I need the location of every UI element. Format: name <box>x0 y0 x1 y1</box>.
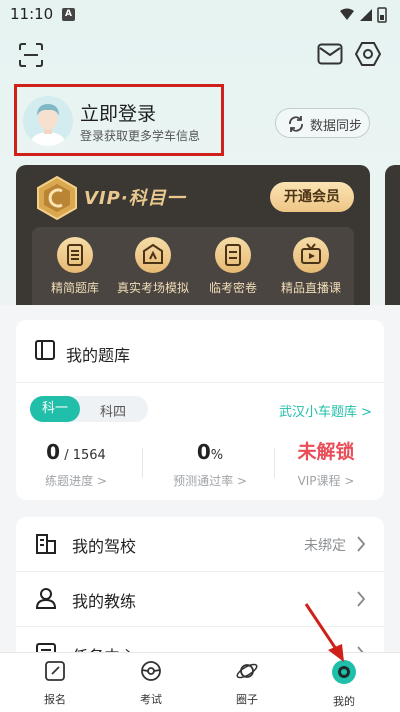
avatar <box>23 96 73 146</box>
vip-badge-icon <box>37 175 77 221</box>
divider <box>16 382 384 383</box>
vip-feature-label: 真实考场模拟 <box>116 281 189 295</box>
vip-title: VIP·科目一 <box>84 188 186 209</box>
pass-rate-label: 预测通过率 > <box>173 474 247 488</box>
nav-mine[interactable]: 我的 <box>304 659 384 709</box>
nav-label: 我的 <box>333 695 355 708</box>
nav-signup[interactable]: 报名 <box>15 659 95 707</box>
live-tv-icon <box>293 237 329 273</box>
nav-label: 考试 <box>140 693 162 706</box>
pass-rate-value: 0 <box>196 440 211 464</box>
vip-feature-exam-sim[interactable]: 真实考场模拟 <box>113 237 193 296</box>
vip-feature-live-course[interactable]: 精品直播课 <box>271 237 351 296</box>
sync-label: 数据同步 <box>310 119 363 134</box>
sync-data-button[interactable]: 数据同步 <box>275 108 370 138</box>
open-vip-button[interactable]: 开通会员 <box>270 182 354 212</box>
vip-course-value: 未解锁 <box>297 441 355 463</box>
exam-icon <box>135 237 171 273</box>
menu-item-value: 未绑定 <box>304 538 346 554</box>
vip-feature-question-bank[interactable]: 精简题库 <box>35 237 115 296</box>
building-icon <box>36 534 56 554</box>
tab-subject-4[interactable]: 科四 <box>100 401 126 420</box>
login-subtitle: 登录获取更多学车信息 <box>80 129 201 143</box>
vip-card[interactable]: VIP·科目一 开通会员 精简题库 真实考场模拟 临考密卷 精品直播课 <box>16 165 370 305</box>
list-icon <box>57 237 93 273</box>
progress-value: 0 <box>46 440 61 464</box>
nav-label: 报名 <box>44 693 66 706</box>
book-icon <box>35 340 55 360</box>
nav-exam[interactable]: 考试 <box>111 659 191 707</box>
progress-label: 练题进度 > <box>45 474 107 488</box>
login-title: 立即登录 <box>80 103 157 125</box>
progress-stat[interactable]: 0 / 1564 练题进度 > <box>16 438 136 489</box>
subject-tabs: 科一 科四 <box>30 396 148 422</box>
progress-total: / 1564 <box>60 448 106 463</box>
tab-subject-1[interactable]: 科一 <box>30 396 80 422</box>
nav-label: 圈子 <box>236 693 258 706</box>
vip-course-stat[interactable]: 未解锁 VIP课程 > <box>266 438 386 489</box>
planet-icon <box>236 663 258 679</box>
status-bar: 11:10 A <box>0 0 400 30</box>
person-icon <box>35 588 57 609</box>
settings-icon[interactable] <box>355 41 381 67</box>
menu-item-label: 我的驾校 <box>72 537 137 556</box>
annotation-arrow-icon <box>304 603 344 662</box>
menu-item-driving-school[interactable]: 我的驾校 未绑定 <box>16 517 384 571</box>
vip-feature-label: 精品直播课 <box>280 281 341 295</box>
scan-icon[interactable] <box>18 42 44 68</box>
sim-icon: A <box>62 8 75 21</box>
vip-feature-label: 精简题库 <box>50 281 99 295</box>
vip-feature-label: 临考密卷 <box>208 281 257 295</box>
nav-community[interactable]: 圈子 <box>207 659 287 707</box>
question-bank-card: 我的题库 科一 科四 武汉小车题库 > 0 / 1564 练题进度 > 0% 预… <box>16 320 384 500</box>
steering-wheel-icon <box>141 661 161 681</box>
status-time: 11:10 <box>10 5 54 23</box>
sync-icon <box>289 116 303 132</box>
vip-feature-exam-paper[interactable]: 临考密卷 <box>193 237 273 296</box>
login-profile-block[interactable]: 立即登录 登录获取更多学车信息 <box>14 84 224 156</box>
signal-battery-icon <box>340 7 387 23</box>
vip-course-label: VIP课程 > <box>297 474 355 488</box>
vip-card-next[interactable] <box>385 165 400 305</box>
stat-divider <box>142 448 143 478</box>
question-bank-title: 我的题库 <box>66 346 131 365</box>
edit-icon <box>45 661 65 681</box>
pass-rate-stat[interactable]: 0% 预测通过率 > <box>150 438 270 489</box>
pass-rate-unit: % <box>210 448 224 463</box>
chevron-right-icon <box>357 536 366 552</box>
mail-icon[interactable] <box>317 43 343 65</box>
bank-select-link[interactable]: 武汉小车题库 > <box>279 401 372 420</box>
paper-icon <box>215 237 251 273</box>
default-avatar-icon <box>30 104 66 146</box>
menu-item-label: 我的教练 <box>72 592 137 611</box>
